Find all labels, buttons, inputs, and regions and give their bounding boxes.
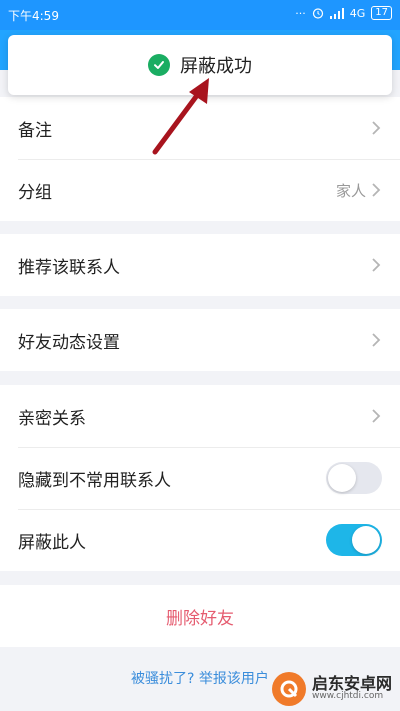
watermark-logo-icon (272, 671, 306, 706)
hide-label: 隐藏到不常用联系人 (18, 470, 171, 491)
watermark-text: 启东安卓网 www.cjhtdi.com (312, 675, 392, 702)
hide-contact-row: 隐藏到不常用联系人 (0, 447, 400, 509)
status-icons: ··· 4G 17 (295, 6, 392, 20)
chevron-right-icon (372, 121, 381, 135)
annotation-arrow-icon (152, 78, 209, 155)
settings-group-feed: 好友动态设置 (0, 309, 400, 371)
network-type: 4G (349, 6, 366, 20)
chevron-right-icon (372, 258, 381, 272)
group-value: 家人 (335, 181, 366, 200)
chevron-right-icon (372, 183, 381, 197)
delete-friend-button[interactable]: 删除好友 (0, 585, 400, 647)
battery-level: 17 (375, 7, 388, 18)
toggle-knob (352, 526, 380, 554)
delete-friend-label: 删除好友 (166, 608, 234, 629)
watermark-url: www.cjhtdi.com (312, 691, 384, 702)
block-contact-row: 屏蔽此人 (0, 509, 400, 571)
watermark-title: 启东安卓网 (312, 673, 393, 693)
notification-dots: ··· (295, 6, 306, 20)
block-toggle[interactable] (326, 524, 382, 556)
remark-label: 备注 (18, 120, 52, 141)
block-label: 屏蔽此人 (18, 532, 86, 553)
toggle-knob (328, 464, 356, 492)
feed-settings-row[interactable]: 好友动态设置 (0, 309, 400, 371)
status-bar: 下午4:59 ··· 4G 17 (0, 0, 400, 30)
alarm-icon (312, 8, 323, 19)
hide-toggle[interactable] (326, 462, 382, 494)
status-time: 下午4:59 (8, 9, 59, 23)
settings-group-recommend: 推荐该联系人 (0, 234, 400, 296)
feed-settings-label: 好友动态设置 (18, 332, 120, 353)
intimacy-label: 亲密关系 (18, 408, 86, 429)
signal-icon (329, 7, 344, 19)
chevron-right-icon (372, 333, 381, 347)
chevron-right-icon (372, 409, 381, 423)
group-label: 分组 (18, 182, 52, 203)
report-link-text: 被骚扰了? 举报该用户 (131, 671, 269, 687)
battery-icon: 17 (371, 6, 392, 20)
recommend-contact-row[interactable]: 推荐该联系人 (0, 234, 400, 296)
watermark-logo: 启东安卓网 www.cjhtdi.com (272, 666, 400, 711)
group-row[interactable]: 分组 家人 (0, 159, 400, 221)
settings-group-privacy: 亲密关系 隐藏到不常用联系人 屏蔽此人 (0, 385, 400, 571)
intimacy-row[interactable]: 亲密关系 (0, 385, 400, 447)
recommend-label: 推荐该联系人 (18, 257, 120, 278)
